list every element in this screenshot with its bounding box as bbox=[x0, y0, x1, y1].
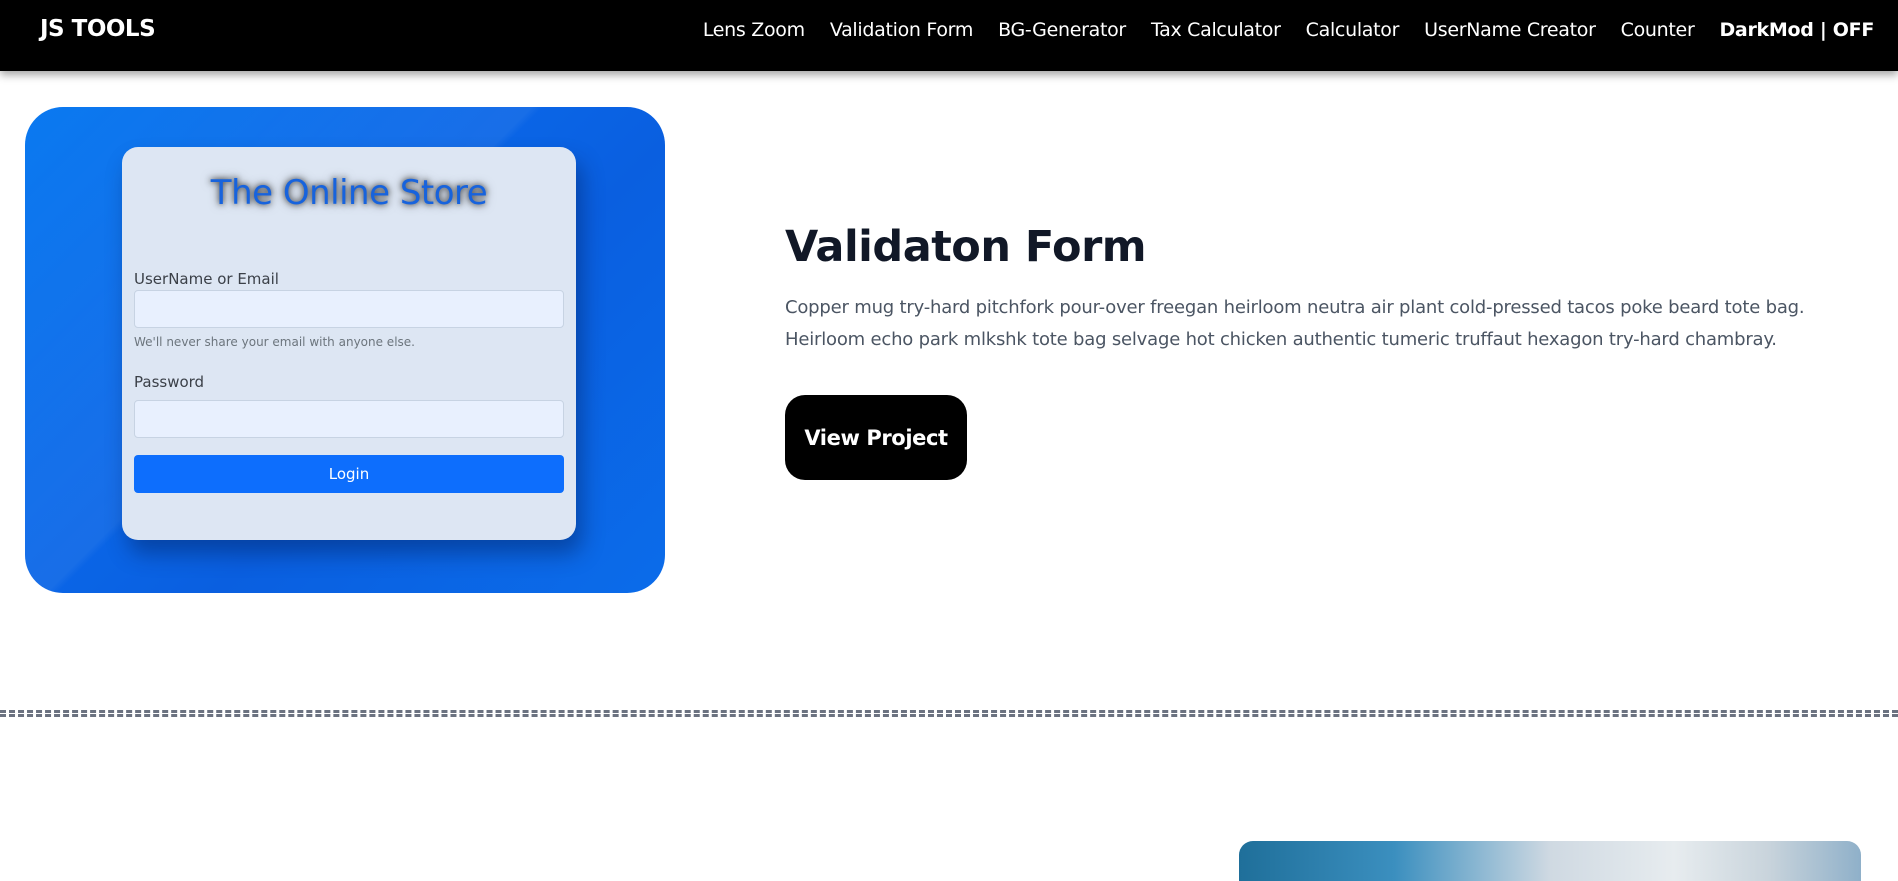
username-label: UserName or Email bbox=[134, 270, 279, 288]
project-description: Copper mug try-hard pitchfork pour-over … bbox=[785, 297, 1805, 350]
brand-logo[interactable]: JS TOOLS bbox=[40, 16, 156, 42]
username-input bbox=[134, 290, 564, 328]
store-title: The Online Store bbox=[210, 173, 488, 213]
password-input bbox=[134, 400, 564, 438]
top-navbar: JS TOOLS Lens Zoom Validation Form BG-Ge… bbox=[0, 0, 1898, 71]
nav-links: Lens Zoom Validation Form BG-Generator T… bbox=[703, 19, 1874, 41]
login-button: Login bbox=[134, 455, 564, 493]
darkmode-toggle[interactable]: DarkMod | OFF bbox=[1719, 19, 1874, 41]
section-divider bbox=[0, 710, 1898, 717]
nav-link-bg-generator[interactable]: BG-Generator bbox=[998, 19, 1126, 41]
login-card: The Online Store UserName or Email We'll… bbox=[122, 147, 576, 540]
nav-link-calculator[interactable]: Calculator bbox=[1306, 19, 1400, 41]
project-preview-image: The Online Store UserName or Email We'll… bbox=[25, 107, 665, 593]
nav-link-counter[interactable]: Counter bbox=[1621, 19, 1695, 41]
nav-link-lens-zoom[interactable]: Lens Zoom bbox=[703, 19, 805, 41]
project-title: Validaton Form bbox=[785, 222, 1147, 272]
nav-link-tax-calculator[interactable]: Tax Calculator bbox=[1151, 19, 1281, 41]
password-label: Password bbox=[134, 373, 205, 391]
next-project-preview-image bbox=[1239, 841, 1861, 881]
nav-link-username-creator[interactable]: UserName Creator bbox=[1424, 19, 1596, 41]
view-project-button[interactable]: View Project bbox=[785, 395, 967, 480]
email-help-text: We'll never share your email with anyone… bbox=[134, 335, 415, 349]
nav-link-validation-form[interactable]: Validation Form bbox=[830, 19, 974, 41]
